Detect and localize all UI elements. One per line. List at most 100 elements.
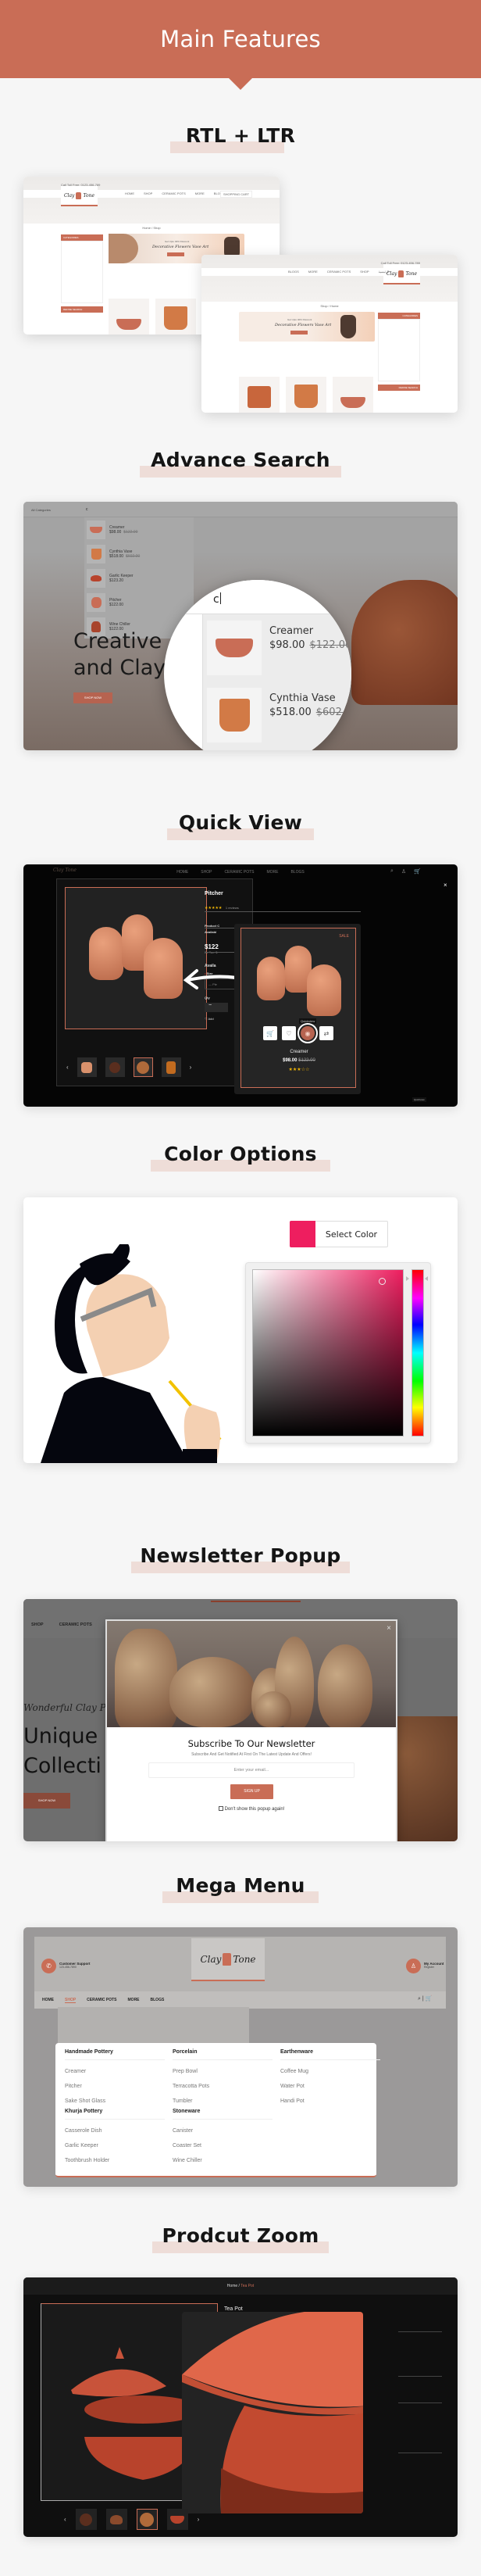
compare-button[interactable]: ⇄	[319, 1026, 333, 1040]
nav-item[interactable]: HOME	[176, 870, 188, 875]
mega-menu-item[interactable]: Tumbler	[173, 2094, 273, 2109]
search-result-item[interactable]: Cynthia Vase$518.00$602.00	[207, 688, 351, 742]
mega-menu-group-title[interactable]: Porcelain	[173, 2049, 273, 2060]
account-icon[interactable]: ♙	[401, 868, 406, 875]
thumbnail[interactable]	[136, 2509, 158, 2530]
product-card[interactable]: SALE Quickview 🛒 ♡ ◉ ⇄ Creamer $98.00 $1…	[234, 924, 361, 1094]
mega-menu-item[interactable]: Garlic Keeper	[65, 2138, 165, 2153]
nav-item[interactable]: HOME	[125, 191, 134, 195]
cart-icon[interactable]: 🛒	[426, 1996, 433, 2002]
cart-icon[interactable]: 🛒	[414, 868, 421, 875]
nav-item[interactable]: SHOP	[144, 191, 152, 195]
page-title: Main Features	[160, 26, 321, 52]
email-field[interactable]: Enter your email...	[148, 1762, 355, 1778]
shop-now-button[interactable]: SHOP NOW	[23, 1793, 70, 1809]
quickview-button[interactable]: ◉	[298, 1023, 318, 1043]
color-handle[interactable]	[379, 1278, 386, 1285]
mega-menu-item[interactable]: Coaster Set	[173, 2138, 273, 2153]
search-result-item[interactable]: Cynthia Vase$518.00$602.00	[84, 542, 194, 566]
search-result-item[interactable]: Creamer $98.00 $122.00	[84, 517, 194, 542]
mega-menu-item[interactable]: Pitcher	[65, 2079, 165, 2094]
nav-item[interactable]: CERAMIC POTS	[59, 1623, 92, 1627]
account-icon[interactable]: ♙	[406, 1959, 421, 1973]
nav-item[interactable]: CERAMIC POTS	[224, 870, 254, 875]
nav-item[interactable]: HOME	[42, 1998, 54, 2002]
prev-thumb-icon[interactable]: ‹	[64, 2516, 66, 2523]
nav-item[interactable]: CERAMIC POTS	[162, 191, 185, 195]
shop-now-button[interactable]: SHOP NOW	[73, 692, 112, 703]
category-select[interactable]: All Categories	[31, 508, 51, 512]
section-title-rtl-ltr: RTL + LTR	[0, 123, 481, 154]
thumbnail[interactable]	[133, 1057, 153, 1077]
rating-stars: ★★★☆☆	[288, 1068, 310, 1072]
mega-menu-item[interactable]: Wine Chiller	[173, 2153, 273, 2168]
search-result-item[interactable]: Creamer $98.00 $122.00	[207, 621, 351, 675]
nav-item[interactable]: MORE	[308, 270, 318, 274]
breadcrumb: Home / Tea Pot	[23, 2277, 458, 2295]
mega-menu-item[interactable]: Toothbrush Holder	[65, 2153, 165, 2168]
next-thumb-icon[interactable]: ›	[198, 2516, 200, 2523]
mega-menu-group-title[interactable]: Earthenware	[280, 2049, 380, 2060]
mega-menu-group-title[interactable]: Khurja Pottery	[65, 2109, 165, 2120]
thumbnail[interactable]	[75, 2509, 97, 2530]
mega-menu-item[interactable]: Prep Bowl	[173, 2064, 273, 2079]
search-icon[interactable]: ⌕ | 🛒	[418, 1995, 432, 2002]
tooltip: Quickview	[299, 1018, 317, 1024]
checkbox-icon[interactable]	[218, 1806, 223, 1811]
close-icon[interactable]: ×	[444, 882, 447, 889]
nav-item[interactable]: SHOP	[360, 270, 369, 274]
newsletter-title: Subscribe To Our Newsletter	[187, 1738, 315, 1749]
nav-item[interactable]: CERAMIC POTS	[327, 270, 351, 274]
search-magnifier: c Creamer $98.00 $122.00 Cynthia Vase $518.0…	[164, 580, 351, 750]
nav-item[interactable]: MORE	[195, 191, 205, 195]
quick-view-demo: HOME SHOP CERAMIC POTS MORE BLOGS Clay Tone …	[23, 864, 458, 1107]
nav-item[interactable]: MORE	[267, 870, 279, 875]
search-icon[interactable]: ⌕	[390, 868, 394, 875]
select-color-button[interactable]: Select Color	[290, 1221, 388, 1247]
next-thumb-icon[interactable]: ›	[190, 1064, 192, 1071]
signup-button[interactable]: SIGN UP	[230, 1784, 273, 1799]
nav-item[interactable]: الرئيسية	[379, 270, 390, 274]
mega-menu-item[interactable]: Terracotta Pots	[173, 2079, 273, 2094]
mega-menu-item[interactable]: Coffee Mug	[280, 2064, 380, 2079]
close-icon[interactable]: ×	[387, 1624, 391, 1633]
nav-item[interactable]: SHOP	[31, 1623, 44, 1627]
thumbnail[interactable]	[161, 1057, 181, 1077]
breadcrumb-current: Tea Pot	[241, 2284, 255, 2288]
section-title-product-zoom: Prodcut Zoom	[0, 2223, 481, 2254]
add-to-cart-button[interactable]: 🛒	[263, 1026, 277, 1040]
hue-marker-left[interactable]	[406, 1276, 409, 1281]
nav-item[interactable]: MORE	[128, 1998, 140, 2002]
nav-item[interactable]: SHOP	[65, 1998, 77, 2003]
hue-slider[interactable]	[412, 1269, 424, 1436]
thumbnail[interactable]	[77, 1057, 97, 1077]
prev-thumb-icon[interactable]: ‹	[66, 1064, 69, 1071]
search-input[interactable]: c	[86, 507, 88, 512]
mega-menu-column: Porcelain Prep Bowl Terracotta Pots Tumbler…	[173, 2049, 273, 2168]
section-title-newsletter: Newsletter Popup	[0, 1543, 481, 1574]
hue-marker-right[interactable]	[425, 1276, 428, 1281]
nav-item[interactable]: CERAMIC POTS	[87, 1998, 116, 2002]
breadcrumb-home[interactable]: Home	[227, 2284, 237, 2288]
mega-menu-item[interactable]: Sake Shot Glass	[65, 2094, 165, 2109]
saturation-value-area[interactable]	[252, 1269, 404, 1436]
mega-menu-item[interactable]: Handi Pot	[280, 2094, 380, 2109]
thumbnail[interactable]	[166, 2509, 188, 2530]
dont-show-checkbox[interactable]: Don't show this popup again!	[107, 1806, 396, 1812]
logo[interactable]: Clay Tone	[191, 1938, 265, 1981]
nav-item[interactable]: BLOGS	[151, 1998, 165, 2002]
mega-menu-demo: ✆ Customer Support 123-456-7890 Clay Tone …	[23, 1927, 458, 2187]
nav-item[interactable]: BLOGS	[288, 270, 299, 274]
mega-menu-item[interactable]: Casserole Dish	[65, 2123, 165, 2138]
nav-item[interactable]: SHOP	[201, 870, 212, 875]
mega-menu-item[interactable]: Creamer	[65, 2064, 165, 2079]
mega-menu-group-title[interactable]: Handmade Pottery	[65, 2049, 165, 2060]
mega-menu-group-title[interactable]: Stoneware	[173, 2109, 273, 2120]
wishlist-button[interactable]: ♡	[282, 1026, 296, 1040]
product-thumbnail	[207, 688, 262, 742]
thumbnail[interactable]	[105, 2509, 127, 2530]
mega-menu-item[interactable]: Canister	[173, 2123, 273, 2138]
mega-menu-item[interactable]: Water Pot	[280, 2079, 380, 2094]
nav-item[interactable]: BLOGS	[291, 870, 305, 875]
thumbnail[interactable]	[105, 1057, 125, 1077]
